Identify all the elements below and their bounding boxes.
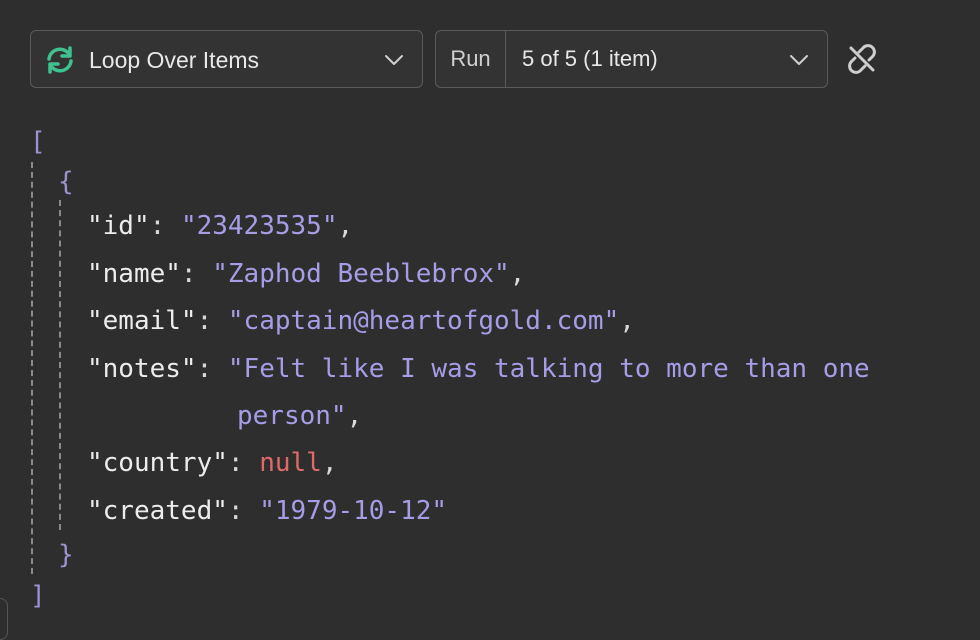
json-field-email: "email": "captain@heartofgold.com", [87, 306, 635, 336]
json-value: "Zaphod Beeblebrox" [212, 259, 510, 289]
object-close-brace: } [58, 540, 74, 570]
object-indent-guide [59, 200, 61, 530]
json-value-continuation: person" [237, 401, 347, 431]
run-value: 5 of 5 (1 item) [522, 46, 658, 71]
json-field-id: "id": "23423535", [87, 211, 354, 241]
run-selector[interactable]: Run 5 of 5 (1 item) [435, 30, 828, 88]
array-close-bracket: ] [30, 581, 46, 611]
array-open-bracket: [ [30, 127, 46, 157]
chevron-down-icon [790, 55, 808, 65]
json-field-created: "created": "1979-10-12" [87, 496, 448, 526]
json-value: "23423535" [180, 211, 338, 241]
json-field-country: "country": null, [87, 448, 338, 478]
loop-refresh-icon [47, 46, 73, 74]
json-field-name: "name": "Zaphod Beeblebrox", [87, 259, 526, 289]
json-field-notes-continuation: person", [237, 401, 363, 431]
json-key: "country" [87, 448, 228, 478]
chevron-down-icon [385, 55, 403, 65]
panel-resize-handle[interactable] [0, 598, 8, 640]
json-key: "id" [87, 211, 150, 241]
object-open-brace: { [58, 167, 74, 197]
json-field-notes: "notes": "Felt like I was talking to mor… [87, 354, 870, 384]
json-null-value: null [259, 448, 322, 478]
json-output-view: [ { "id": "23423535", "name": "Zaphod Be… [0, 120, 980, 628]
json-value: "1979-10-12" [259, 496, 448, 526]
json-key: "notes" [87, 354, 197, 384]
unlink-icon[interactable] [846, 43, 878, 75]
json-value: "captain@heartofgold.com" [227, 306, 620, 336]
node-name-label: Loop Over Items [89, 47, 260, 73]
array-indent-guide [31, 162, 33, 574]
json-value: "Felt like I was talking to more than on… [227, 354, 870, 384]
output-toolbar: Loop Over Items Run 5 of 5 (1 item) [0, 0, 980, 120]
run-label: Run [436, 31, 506, 87]
json-key: "created" [87, 496, 228, 526]
json-key: "name" [87, 259, 181, 289]
json-key: "email" [87, 306, 197, 336]
node-selector-dropdown[interactable]: Loop Over Items [30, 30, 423, 88]
